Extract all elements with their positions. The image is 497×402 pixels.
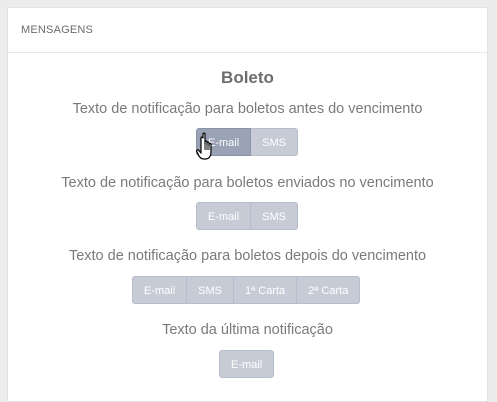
button-group-before-due: E-mail SMS [196, 128, 299, 156]
panel-body: Boleto Texto de notificação para boletos… [8, 53, 487, 393]
second-letter-button[interactable]: 2ª Carta [297, 276, 361, 304]
email-button-last-notification[interactable]: E-mail [219, 350, 275, 378]
row-label-before-due: Texto de notificação para boletos antes … [72, 101, 423, 117]
section-title: Boleto [221, 68, 274, 87]
row-label-on-due: Texto de notificação para boletos enviad… [61, 175, 434, 191]
sms-button-after-due[interactable]: SMS [187, 276, 235, 304]
email-button-on-due[interactable]: E-mail [196, 202, 252, 230]
email-button-after-due[interactable]: E-mail [132, 276, 188, 304]
panel-header: MENSAGENS [8, 8, 487, 53]
sms-button-on-due[interactable]: SMS [251, 202, 299, 230]
button-group-on-due: E-mail SMS [196, 202, 299, 230]
row-label-last-notification: Texto da última notificação [162, 322, 333, 338]
first-letter-button[interactable]: 1ª Carta [234, 276, 298, 304]
sms-button-before-due[interactable]: SMS [251, 128, 299, 156]
email-button-before-due[interactable]: E-mail [196, 128, 252, 156]
row-label-after-due: Texto de notificação para boletos depois… [68, 248, 427, 264]
button-group-after-due: E-mail SMS 1ª Carta 2ª Carta [132, 276, 361, 304]
button-group-last-notification: E-mail [219, 350, 275, 378]
messages-panel: MENSAGENS Boleto Texto de notificação pa… [7, 7, 488, 402]
